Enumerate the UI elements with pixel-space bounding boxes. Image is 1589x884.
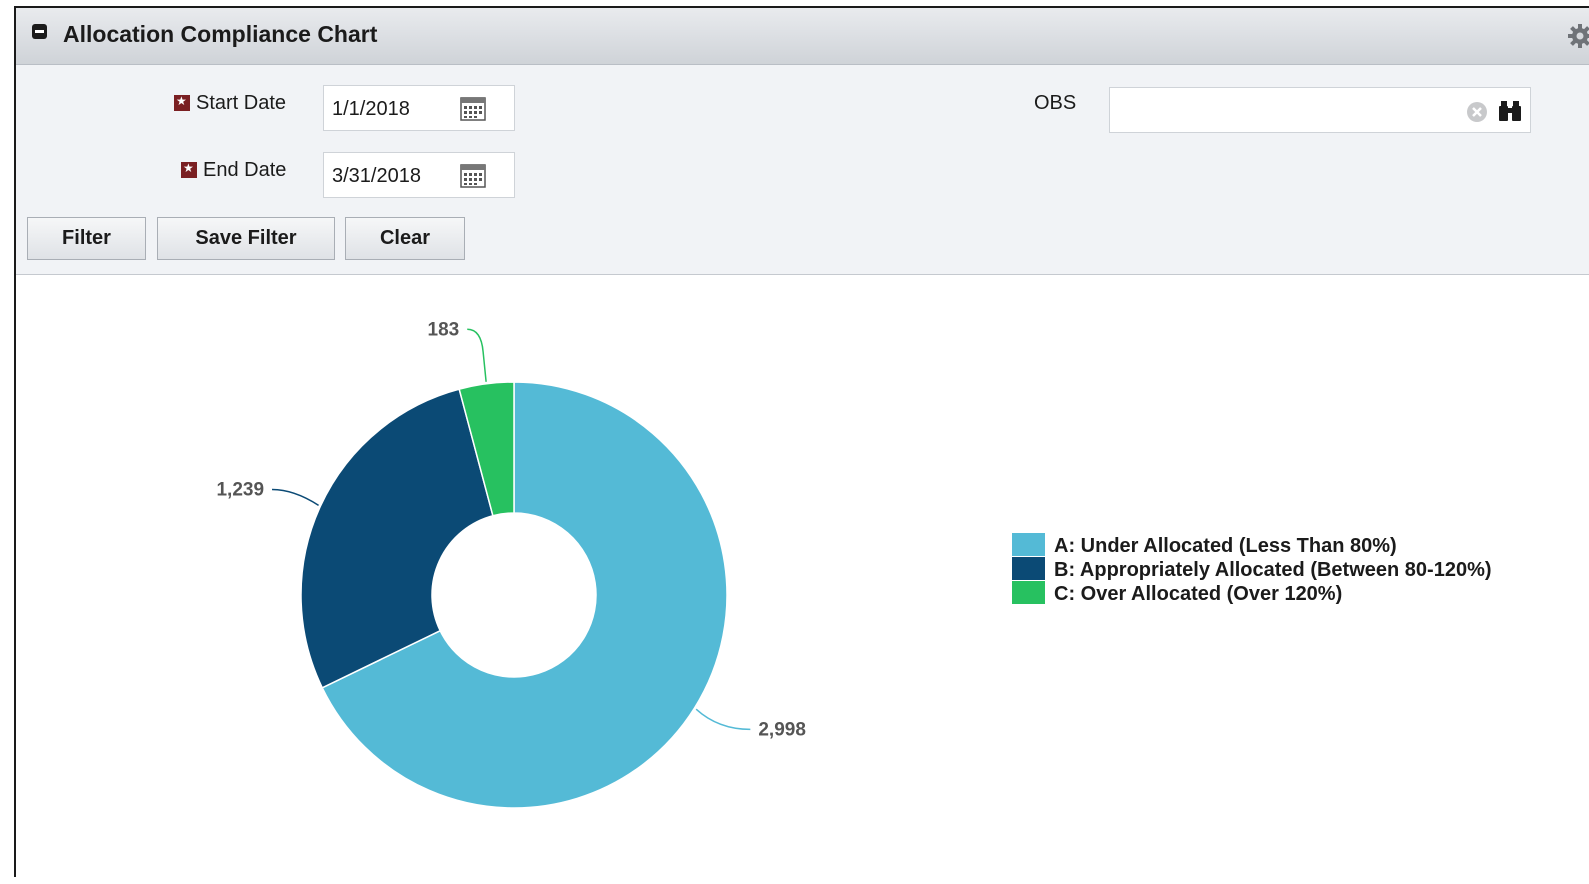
donut-slice[interactable] [300, 388, 494, 689]
save-filter-button[interactable]: Save Filter [157, 217, 335, 260]
required-star-icon [181, 161, 197, 178]
start-date-value: 1/1/2018 [332, 98, 410, 120]
binoculars-icon[interactable] [1498, 100, 1522, 122]
leader-line [467, 328, 487, 382]
obs-field[interactable] [1109, 87, 1531, 133]
end-date-label: End Date [203, 159, 287, 181]
required-star-icon [174, 94, 190, 111]
end-date-field[interactable]: 3/31/2018 [323, 152, 515, 198]
legend-label: A: Under Allocated (Less Than 80%) [1054, 535, 1397, 557]
calendar-icon[interactable] [460, 96, 486, 122]
legend-item[interactable]: C: Over Allocated (Over 120%) [1012, 581, 1572, 605]
end-date-value: 3/31/2018 [332, 165, 421, 187]
start-date-field[interactable]: 1/1/2018 [323, 85, 515, 131]
leader-line [695, 708, 751, 731]
panel-header: Allocation Compliance Chart [16, 8, 1589, 65]
clear-icon[interactable] [1466, 101, 1488, 123]
calendar-icon[interactable] [460, 163, 486, 189]
leader-line [272, 488, 319, 507]
legend-swatch [1012, 581, 1045, 604]
data-label: 1,239 [216, 480, 264, 501]
legend-item[interactable]: B: Appropriately Allocated (Between 80-1… [1012, 557, 1572, 581]
panel-title: Allocation Compliance Chart [63, 21, 378, 47]
chart-panel: Allocation Compliance Chart Start Date 1… [14, 6, 1589, 877]
clear-button[interactable]: Clear [345, 217, 465, 260]
legend-label: B: Appropriately Allocated (Between 80-1… [1054, 559, 1492, 581]
start-date-label: Start Date [196, 92, 287, 114]
donut-chart: 2,998 1,239 183 [216, 319, 806, 809]
collapse-icon[interactable] [32, 24, 47, 39]
legend-swatch [1012, 557, 1045, 580]
filter-button[interactable]: Filter [27, 217, 146, 260]
gear-icon[interactable] [1567, 23, 1589, 49]
data-label: 183 [428, 319, 460, 340]
legend-label: C: Over Allocated (Over 120%) [1054, 583, 1343, 605]
legend-swatch [1012, 533, 1045, 556]
obs-label: OBS [1034, 92, 1077, 114]
data-label: 2,998 [758, 719, 806, 740]
legend-item[interactable]: A: Under Allocated (Less Than 80%) [1012, 533, 1572, 557]
